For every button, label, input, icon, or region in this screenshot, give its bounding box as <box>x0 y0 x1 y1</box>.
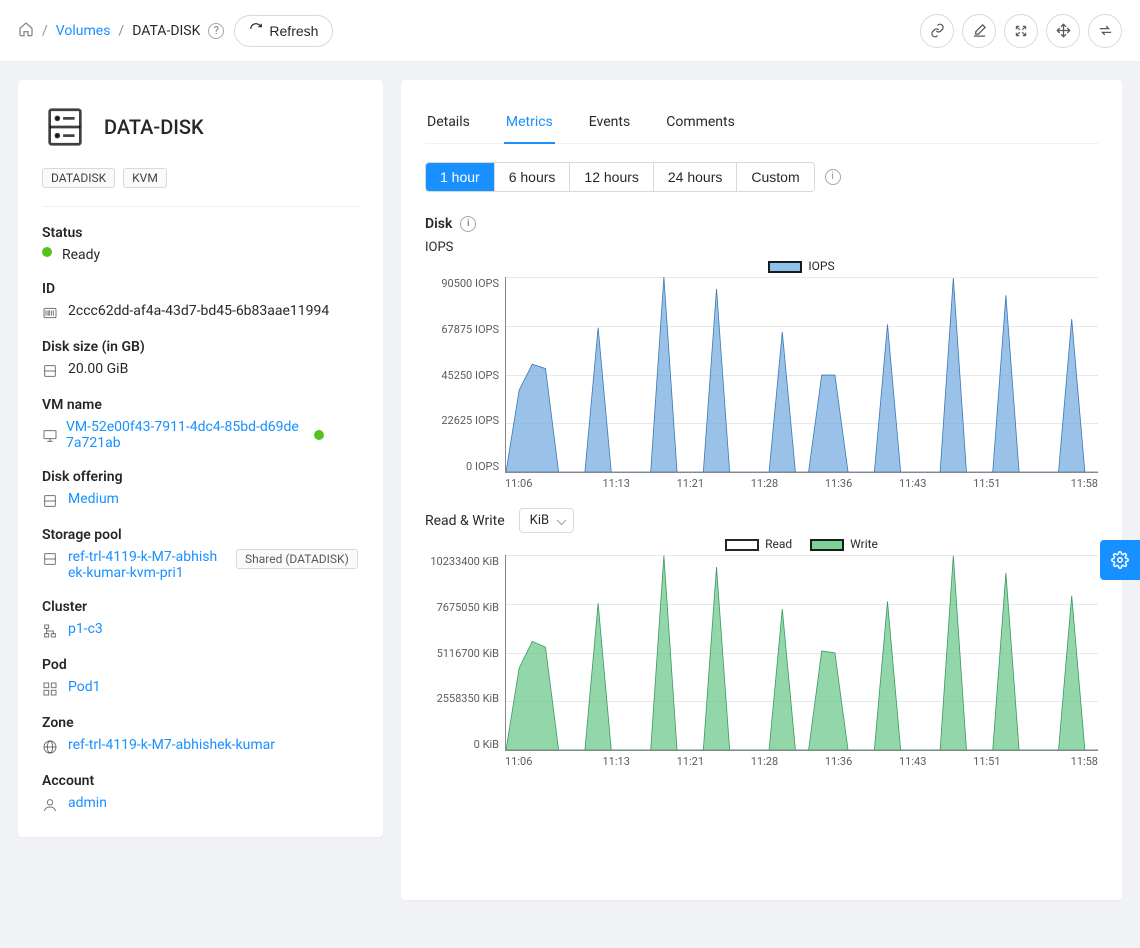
home-icon[interactable] <box>18 21 34 41</box>
tab-details[interactable]: Details <box>425 104 472 143</box>
iops-title: IOPS <box>425 240 1098 255</box>
tag-hypervisor: KVM <box>123 168 167 188</box>
size-value: 20.00 GiB <box>68 361 128 377</box>
refresh-icon <box>249 22 263 39</box>
rw-title: Read & Write <box>425 513 505 529</box>
offering-label: Disk offering <box>42 469 359 485</box>
volume-icon <box>42 104 88 150</box>
cluster-label: Cluster <box>42 599 359 615</box>
metrics-panel: Details Metrics Events Comments 1 hour 6… <box>401 80 1122 900</box>
size-label: Disk size (in GB) <box>42 339 359 355</box>
legend-read: Read <box>725 537 792 551</box>
range-6h[interactable]: 6 hours <box>495 163 571 191</box>
time-range-segment: 1 hour 6 hours 12 hours 24 hours Custom <box>425 162 815 192</box>
range-24h[interactable]: 24 hours <box>654 163 737 191</box>
range-1h[interactable]: 1 hour <box>426 163 495 191</box>
pod-label: Pod <box>42 657 359 673</box>
breadcrumb: / Volumes / DATA-DISK ? <box>18 21 224 41</box>
info-icon[interactable]: i <box>825 169 841 185</box>
id-value: 2ccc62dd-af4a-43d7-bd45-6b83aae11994 <box>68 303 329 319</box>
pool-label: Storage pool <box>42 527 359 543</box>
swap-icon[interactable] <box>1088 14 1122 48</box>
pod-link[interactable]: Pod1 <box>68 679 101 695</box>
move-icon[interactable] <box>1046 14 1080 48</box>
globe-icon <box>42 739 58 755</box>
pod-icon <box>42 681 58 697</box>
disk-section-title: Disk <box>425 216 452 232</box>
id-label: ID <box>42 281 359 297</box>
range-custom[interactable]: Custom <box>737 163 813 191</box>
volume-title: DATA-DISK <box>104 115 204 139</box>
user-icon <box>42 797 58 813</box>
disk-info-icon[interactable]: i <box>460 216 476 232</box>
pool-link[interactable]: ref-trl-4119-k-M7-abhishek-kumar-kvm-pri… <box>68 549 218 581</box>
tag-datadisk: DATADISK <box>42 168 115 188</box>
help-icon[interactable]: ? <box>208 23 224 39</box>
link-icon[interactable] <box>920 14 954 48</box>
legend-write: Write <box>810 537 878 551</box>
range-12h[interactable]: 12 hours <box>570 163 653 191</box>
unit-select[interactable]: KiB <box>519 508 574 533</box>
vm-status-dot-icon <box>314 430 324 440</box>
rw-x-axis: 11:0611:1311:2111:2811:3611:4311:5111:58 <box>505 755 1098 768</box>
detail-tabs: Details Metrics Events Comments <box>425 104 1098 144</box>
iops-x-axis: 11:0611:1311:2111:2811:3611:4311:5111:58 <box>505 477 1098 490</box>
edit-icon[interactable] <box>962 14 996 48</box>
iops-chart <box>505 277 1098 473</box>
gear-icon <box>1111 551 1129 569</box>
breadcrumb-current: DATA-DISK <box>132 23 200 39</box>
account-link[interactable]: admin <box>68 795 107 811</box>
account-label: Account <box>42 773 359 789</box>
barcode-icon <box>42 305 58 321</box>
zone-link[interactable]: ref-trl-4119-k-M7-abhishek-kumar <box>68 737 275 753</box>
rw-y-axis: 10233400 KiB7675050 KiB5116700 KiB255835… <box>425 555 505 751</box>
refresh-label: Refresh <box>269 23 318 39</box>
volume-summary-panel: DATA-DISK DATADISK KVM Status Ready ID 2… <box>18 80 383 837</box>
status-label: Status <box>42 225 359 241</box>
disk-offering-icon <box>42 493 58 509</box>
offering-link[interactable]: Medium <box>68 491 119 507</box>
breadcrumb-volumes[interactable]: Volumes <box>56 23 111 39</box>
storage-icon <box>42 551 58 567</box>
tab-comments[interactable]: Comments <box>664 104 737 143</box>
zone-label: Zone <box>42 715 359 731</box>
status-dot-icon <box>42 247 52 257</box>
rw-chart <box>505 555 1098 751</box>
cluster-link[interactable]: p1-c3 <box>68 621 103 637</box>
vm-label: VM name <box>42 397 359 413</box>
tab-events[interactable]: Events <box>587 104 632 143</box>
tab-metrics[interactable]: Metrics <box>504 104 555 144</box>
status-value: Ready <box>62 247 100 263</box>
settings-drawer-toggle[interactable] <box>1100 540 1140 580</box>
vm-link[interactable]: VM-52e00f43-7911-4dc4-85bd-d69de7a721ab <box>66 419 306 451</box>
cluster-icon <box>42 623 58 639</box>
iops-y-axis: 90500 IOPS67875 IOPS45250 IOPS22625 IOPS… <box>425 277 505 473</box>
refresh-button[interactable]: Refresh <box>234 15 333 47</box>
expand-icon[interactable] <box>1004 14 1038 48</box>
monitor-icon <box>42 428 58 444</box>
pool-badge: Shared (DATADISK) <box>236 549 358 569</box>
disk-icon <box>42 363 58 379</box>
legend-iops: IOPS <box>768 259 834 273</box>
